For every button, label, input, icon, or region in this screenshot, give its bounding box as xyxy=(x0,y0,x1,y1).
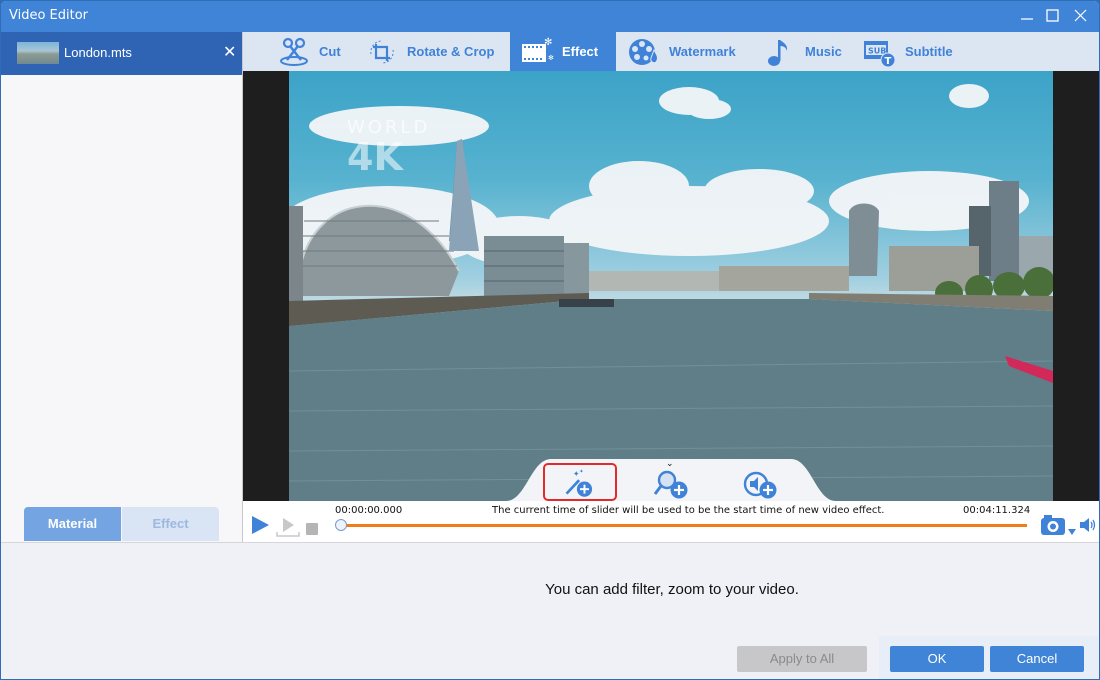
slider-handle[interactable] xyxy=(335,519,347,531)
maximize-icon xyxy=(1046,9,1059,22)
subtitle-icon: SUB T xyxy=(863,36,897,68)
play-segment-icon xyxy=(276,518,300,537)
add-audio-effect-button[interactable] xyxy=(726,463,800,501)
stop-icon xyxy=(306,523,318,535)
sidebar-tabs: Material Effect xyxy=(24,507,219,541)
file-name: London.mts xyxy=(64,45,132,60)
scissors-icon xyxy=(277,36,311,68)
effect-filmstrip-icon: ✻ ✻ xyxy=(520,36,554,68)
video-watermark-logo: 4K xyxy=(347,135,403,179)
time-end: 00:04:11.324 xyxy=(963,505,1031,516)
crop-rotate-icon xyxy=(365,36,399,68)
video-player: WORLD 4K xyxy=(243,71,1099,501)
add-zoom-button[interactable] xyxy=(636,463,710,501)
video-editor-window: Video Editor London.mts ✕ Material Effec… xyxy=(0,0,1100,680)
play-button[interactable] xyxy=(249,514,271,536)
minimize-icon xyxy=(1021,18,1033,20)
ok-button[interactable]: OK xyxy=(890,646,984,672)
zoom-plus-icon xyxy=(653,470,688,499)
tab-effect[interactable]: Effect xyxy=(122,507,219,541)
slider-hint: The current time of slider will be used … xyxy=(492,505,885,516)
playback-controls: 00:00:00.000 The current time of slider … xyxy=(243,501,1099,542)
close-icon xyxy=(1074,9,1087,22)
sidebar: London.mts ✕ Material Effect xyxy=(1,32,242,542)
stop-button[interactable] xyxy=(306,520,318,535)
snapshot-button[interactable] xyxy=(1040,514,1066,536)
tool-subtitle[interactable]: SUB T Subtitle xyxy=(863,32,973,71)
cancel-button[interactable]: Cancel xyxy=(990,646,1084,672)
close-window-button[interactable] xyxy=(1067,5,1095,27)
svg-text:✻: ✻ xyxy=(544,37,552,48)
remove-file-icon[interactable]: ✕ xyxy=(223,42,236,61)
video-preview[interactable]: WORLD 4K xyxy=(289,71,1053,501)
file-tab[interactable]: London.mts ✕ xyxy=(1,32,242,75)
snapshot-dropdown-icon[interactable] xyxy=(1067,521,1077,535)
camera-icon xyxy=(1041,515,1065,535)
window-title: Video Editor xyxy=(9,8,89,23)
tool-rotate-crop[interactable]: Rotate & Crop xyxy=(365,32,505,71)
play-icon xyxy=(252,516,269,534)
tab-material[interactable]: Material xyxy=(24,507,121,541)
play-segment-button[interactable] xyxy=(276,516,300,538)
maximize-button[interactable] xyxy=(1039,5,1067,27)
audio-plus-icon xyxy=(743,471,777,499)
minimize-button[interactable] xyxy=(1013,5,1041,27)
tool-subtitle-label: Subtitle xyxy=(905,44,953,59)
tool-watermark[interactable]: Watermark xyxy=(627,32,747,71)
file-thumbnail xyxy=(17,42,59,64)
effect-tray: ⌄ ✦ ✦ xyxy=(506,459,836,501)
tool-watermark-label: Watermark xyxy=(669,44,736,59)
watermark-reel-icon xyxy=(627,36,661,68)
panel-divider xyxy=(1,542,1099,543)
time-start: 00:00:00.000 xyxy=(335,505,403,516)
tool-music[interactable]: Music xyxy=(763,32,853,71)
svg-text:✦: ✦ xyxy=(579,469,584,475)
music-note-icon xyxy=(763,36,797,68)
add-filter-button[interactable]: ✦ ✦ xyxy=(543,463,617,501)
tool-music-label: Music xyxy=(805,44,842,59)
apply-to-all-button[interactable]: Apply to All xyxy=(737,646,867,672)
tool-effect-label: Effect xyxy=(562,44,599,59)
tool-cut-label: Cut xyxy=(319,44,341,59)
title-bar: Video Editor xyxy=(1,1,1099,32)
magic-wand-plus-icon: ✦ ✦ xyxy=(565,469,593,497)
tool-effect[interactable]: ✻ ✻ Effect xyxy=(510,32,616,71)
tool-rotate-crop-label: Rotate & Crop xyxy=(407,44,495,59)
volume-icon xyxy=(1080,518,1096,532)
effect-info-message: You can add filter, zoom to your video. xyxy=(545,581,799,598)
timeline-slider[interactable] xyxy=(335,519,1027,531)
svg-text:✻: ✻ xyxy=(548,54,554,62)
edit-toolbar: Cut Rotate & Crop ✻ ✻ Effect Watermark Mu… xyxy=(243,32,1099,71)
volume-button[interactable] xyxy=(1079,517,1097,533)
svg-text:T: T xyxy=(885,56,892,67)
tool-cut[interactable]: Cut xyxy=(273,32,353,71)
